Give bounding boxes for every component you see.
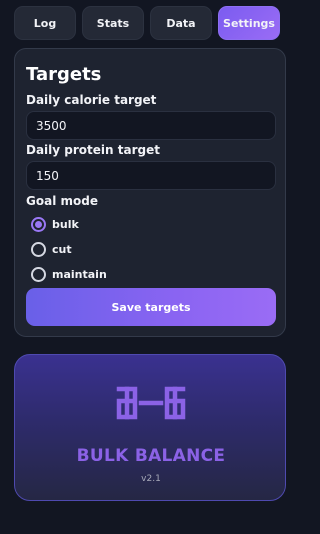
- app-version: v2.1: [141, 474, 161, 484]
- tab-settings[interactable]: Settings: [218, 6, 280, 40]
- radio-label-cut: cut: [52, 242, 72, 256]
- radio-label-bulk: bulk: [52, 217, 79, 231]
- tab-stats[interactable]: Stats: [82, 6, 144, 40]
- goal-mode-label: Goal mode: [26, 194, 98, 208]
- card-title: Targets: [26, 64, 102, 85]
- radio-maintain[interactable]: [31, 266, 46, 282]
- tab-data[interactable]: Data: [150, 6, 212, 40]
- radio-cut[interactable]: [31, 241, 46, 257]
- targets-card: Targets Daily calorie target 3500 Daily …: [14, 48, 286, 337]
- bulk-balance-logo-icon: [116, 386, 186, 420]
- tab-log[interactable]: Log: [14, 6, 76, 40]
- radio-bulk[interactable]: [31, 216, 46, 232]
- brand-name: BULK BALANCE: [76, 446, 226, 466]
- goal-option-cut[interactable]: cut: [31, 240, 72, 258]
- calorie-target-input[interactable]: 3500: [26, 111, 276, 140]
- radio-label-maintain: maintain: [52, 267, 107, 281]
- protein-target-input[interactable]: 150: [26, 161, 276, 190]
- brand-card: BULK BALANCE v2.1: [14, 354, 286, 501]
- goal-option-bulk[interactable]: bulk: [31, 215, 79, 233]
- save-targets-button[interactable]: Save targets: [26, 288, 276, 326]
- tab-bar: Log Stats Data Settings: [14, 6, 280, 40]
- goal-option-maintain[interactable]: maintain: [31, 265, 107, 283]
- protein-target-label: Daily protein target: [26, 143, 160, 157]
- calorie-target-label: Daily calorie target: [26, 93, 157, 107]
